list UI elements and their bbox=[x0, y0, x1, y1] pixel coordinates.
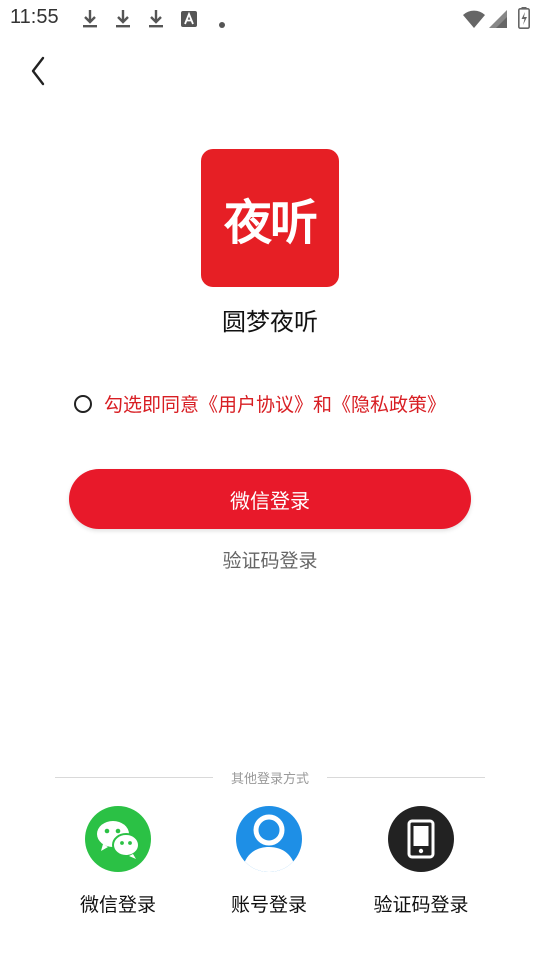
wechat-icon[interactable] bbox=[85, 806, 151, 872]
app-logo: 夜听 bbox=[201, 149, 339, 287]
code-login-link[interactable]: 验证码登录 bbox=[0, 546, 540, 573]
battery-charging-icon bbox=[518, 7, 530, 33]
other-login-wechat[interactable]: 微信登录 bbox=[48, 806, 188, 917]
other-login-divider: 其他登录方式 bbox=[55, 766, 485, 788]
other-login-account[interactable]: 账号登录 bbox=[199, 806, 339, 917]
app-name: 圆梦夜听 bbox=[222, 308, 318, 336]
download-icon bbox=[113, 8, 133, 34]
dot-icon bbox=[218, 14, 226, 33]
other-login-code-label: 验证码登录 bbox=[373, 894, 469, 916]
wifi-icon bbox=[462, 9, 486, 33]
status-time: 11:55 bbox=[10, 6, 59, 28]
agreement-text[interactable]: 勾选即同意《用户协议》和《隐私政策》 bbox=[104, 390, 446, 417]
font-app-icon bbox=[180, 10, 198, 32]
app-logo-text: 夜听 bbox=[223, 195, 318, 251]
divider-line-right bbox=[327, 777, 485, 778]
download-icon bbox=[80, 8, 100, 34]
user-icon[interactable] bbox=[236, 806, 302, 872]
status-bar: 11:55 bbox=[0, 0, 540, 36]
agreement-radio[interactable] bbox=[74, 394, 92, 413]
signal-icon bbox=[488, 9, 508, 33]
phone-icon[interactable] bbox=[388, 806, 454, 872]
back-button[interactable] bbox=[22, 54, 54, 88]
agreement-row[interactable]: 勾选即同意《用户协议》和《隐私政策》 bbox=[74, 390, 446, 417]
chevron-left-icon bbox=[31, 56, 45, 86]
other-login-wechat-label: 微信登录 bbox=[79, 894, 156, 916]
download-icon bbox=[146, 8, 166, 34]
other-login-account-label: 账号登录 bbox=[230, 894, 307, 916]
wechat-login-button[interactable]: 微信登录 bbox=[69, 469, 471, 529]
other-login-code[interactable]: 验证码登录 bbox=[351, 806, 491, 917]
